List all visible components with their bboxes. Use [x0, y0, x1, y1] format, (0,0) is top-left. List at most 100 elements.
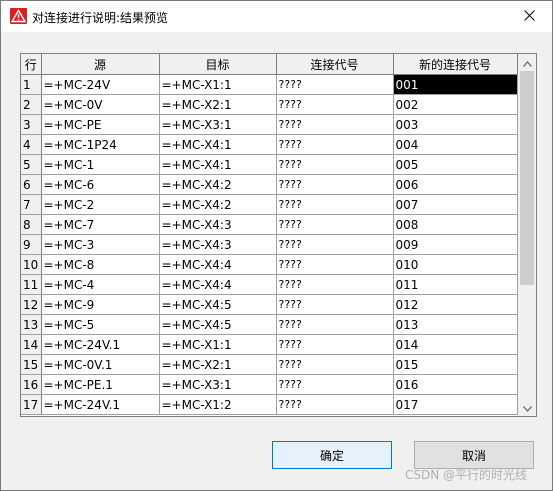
new-connection-code-cell[interactable]: 016: [393, 374, 518, 395]
target-cell[interactable]: =+MC-X4:4: [159, 274, 277, 295]
target-cell[interactable]: =+MC-X3:1: [159, 114, 277, 135]
connection-code-cell[interactable]: ????: [276, 394, 394, 415]
table-row[interactable]: 5 =+MC-1 =+MC-X4:1???? 005: [21, 154, 518, 175]
target-cell[interactable]: =+MC-X3:1: [159, 374, 277, 395]
row-number-cell[interactable]: 6: [21, 174, 42, 195]
source-cell[interactable]: =+MC-PE: [41, 114, 160, 135]
connection-code-cell[interactable]: ????: [276, 294, 394, 315]
new-connection-code-cell[interactable]: 015: [393, 354, 518, 375]
new-connection-code-cell[interactable]: 007: [393, 194, 518, 215]
source-cell[interactable]: =+MC-4: [41, 274, 160, 295]
source-cell[interactable]: =+MC-6: [41, 174, 160, 195]
scroll-up-button[interactable]: [518, 54, 536, 71]
table-row[interactable]: 11 =+MC-4 =+MC-X4:4???? 011: [21, 274, 518, 295]
new-connection-code-cell[interactable]: 017: [393, 394, 518, 415]
connection-code-cell[interactable]: ????: [276, 274, 394, 295]
target-cell[interactable]: =+MC-X4:2: [159, 194, 277, 215]
target-cell[interactable]: =+MC-X4:1: [159, 154, 277, 175]
connection-code-cell[interactable]: ????: [276, 254, 394, 275]
row-number-cell[interactable]: 2: [21, 94, 42, 115]
col-header-connection-code[interactable]: 连接代号: [276, 54, 394, 75]
row-number-cell[interactable]: 17: [21, 394, 42, 415]
table-row[interactable]: 14 =+MC-24V.1 =+MC-X1:1???? 014: [21, 334, 518, 355]
target-cell[interactable]: =+MC-X1:1: [159, 334, 277, 355]
source-cell[interactable]: =+MC-0V.1: [41, 354, 160, 375]
target-cell[interactable]: =+MC-X4:4: [159, 254, 277, 275]
scroll-down-button[interactable]: [518, 399, 536, 416]
new-connection-code-cell[interactable]: 001: [393, 74, 518, 95]
target-cell[interactable]: =+MC-X1:2: [159, 394, 277, 415]
connection-code-cell[interactable]: ????: [276, 174, 394, 195]
table-row[interactable]: 1 =+MC-24V =+MC-X1:1???? 001: [21, 74, 518, 95]
source-cell[interactable]: =+MC-24V.1: [41, 334, 160, 355]
connection-code-cell[interactable]: ????: [276, 134, 394, 155]
new-connection-code-cell[interactable]: 004: [393, 134, 518, 155]
table-row[interactable]: 9 =+MC-3 =+MC-X4:3???? 009: [21, 234, 518, 255]
col-header-source[interactable]: 源: [41, 54, 160, 75]
row-number-cell[interactable]: 4: [21, 134, 42, 155]
table-row[interactable]: 3 =+MC-PE =+MC-X3:1???? 003: [21, 114, 518, 135]
source-cell[interactable]: =+MC-9: [41, 294, 160, 315]
new-connection-code-cell[interactable]: 006: [393, 174, 518, 195]
row-number-cell[interactable]: 1: [21, 74, 42, 95]
source-cell[interactable]: =+MC-24V: [41, 74, 160, 95]
target-cell[interactable]: =+MC-X4:5: [159, 294, 277, 315]
source-cell[interactable]: =+MC-PE.1: [41, 374, 160, 395]
connection-code-cell[interactable]: ????: [276, 74, 394, 95]
target-cell[interactable]: =+MC-X2:1: [159, 94, 277, 115]
col-header-row-number[interactable]: 行: [21, 54, 42, 75]
target-cell[interactable]: =+MC-X4:5: [159, 314, 277, 335]
table-row[interactable]: 6 =+MC-6 =+MC-X4:2???? 006: [21, 174, 518, 195]
source-cell[interactable]: =+MC-1P24: [41, 134, 160, 155]
new-connection-code-cell[interactable]: 003: [393, 114, 518, 135]
new-connection-code-cell[interactable]: 012: [393, 294, 518, 315]
table-row[interactable]: 12 =+MC-9 =+MC-X4:5???? 012: [21, 294, 518, 315]
row-number-cell[interactable]: 5: [21, 154, 42, 175]
new-connection-code-cell[interactable]: 014: [393, 334, 518, 355]
new-connection-code-cell[interactable]: 009: [393, 234, 518, 255]
connection-code-cell[interactable]: ????: [276, 234, 394, 255]
connection-code-cell[interactable]: ????: [276, 114, 394, 135]
row-number-cell[interactable]: 13: [21, 314, 42, 335]
target-cell[interactable]: =+MC-X2:1: [159, 354, 277, 375]
row-number-cell[interactable]: 8: [21, 214, 42, 235]
table-row[interactable]: 13 =+MC-5 =+MC-X4:5???? 013: [21, 314, 518, 335]
table-row[interactable]: 7 =+MC-2 =+MC-X4:2???? 007: [21, 194, 518, 215]
row-number-cell[interactable]: 9: [21, 234, 42, 255]
new-connection-code-cell[interactable]: 013: [393, 314, 518, 335]
target-cell[interactable]: =+MC-X4:3: [159, 234, 277, 255]
row-number-cell[interactable]: 15: [21, 354, 42, 375]
col-header-new-connection-code[interactable]: 新的连接代号: [393, 54, 518, 75]
connection-code-cell[interactable]: ????: [276, 194, 394, 215]
table-row[interactable]: 8 =+MC-7 =+MC-X4:3???? 008: [21, 214, 518, 235]
new-connection-code-cell[interactable]: 010: [393, 254, 518, 275]
new-connection-code-cell[interactable]: 011: [393, 274, 518, 295]
row-number-cell[interactable]: 7: [21, 194, 42, 215]
row-number-cell[interactable]: 14: [21, 334, 42, 355]
table-row[interactable]: 15 =+MC-0V.1 =+MC-X2:1???? 015: [21, 354, 518, 375]
results-grid[interactable]: 行 源 目标 连接代号 新的连接代号 1 =+MC-24V =+MC-X1:1???…: [20, 53, 537, 417]
connection-code-cell[interactable]: ????: [276, 334, 394, 355]
target-cell[interactable]: =+MC-X1:1: [159, 74, 277, 95]
connection-code-cell[interactable]: ????: [276, 154, 394, 175]
new-connection-code-cell[interactable]: 005: [393, 154, 518, 175]
row-number-cell[interactable]: 3: [21, 114, 42, 135]
scroll-thumb[interactable]: [520, 71, 534, 285]
source-cell[interactable]: =+MC-5: [41, 314, 160, 335]
connection-code-cell[interactable]: ????: [276, 94, 394, 115]
table-row[interactable]: 10 =+MC-8 =+MC-X4:4???? 010: [21, 254, 518, 275]
ok-button[interactable]: 确定: [272, 441, 392, 469]
table-row[interactable]: 4 =+MC-1P24 =+MC-X4:1???? 004: [21, 134, 518, 155]
source-cell[interactable]: =+MC-24V.1: [41, 394, 160, 415]
new-connection-code-cell[interactable]: 002: [393, 94, 518, 115]
connection-code-cell[interactable]: ????: [276, 214, 394, 235]
source-cell[interactable]: =+MC-8: [41, 254, 160, 275]
source-cell[interactable]: =+MC-7: [41, 214, 160, 235]
col-header-target[interactable]: 目标: [159, 54, 277, 75]
row-number-cell[interactable]: 10: [21, 254, 42, 275]
table-row[interactable]: 17 =+MC-24V.1 =+MC-X1:2???? 017: [21, 394, 518, 415]
close-button[interactable]: [506, 1, 552, 32]
target-cell[interactable]: =+MC-X4:3: [159, 214, 277, 235]
source-cell[interactable]: =+MC-1: [41, 154, 160, 175]
source-cell[interactable]: =+MC-3: [41, 234, 160, 255]
